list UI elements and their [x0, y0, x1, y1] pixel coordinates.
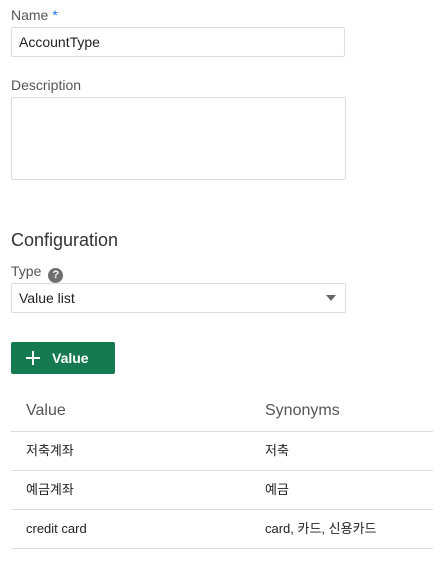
- help-icon[interactable]: ?: [48, 268, 64, 283]
- table-row[interactable]: 예금계좌 예금: [11, 471, 433, 510]
- type-label: Type?: [11, 263, 64, 283]
- configuration-title: Configuration: [11, 230, 119, 250]
- row-value: 저축계좌: [26, 443, 74, 458]
- add-value-button[interactable]: Value: [11, 342, 115, 374]
- row-synonyms: 저축: [265, 443, 289, 458]
- row-synonyms: 예금: [265, 482, 289, 497]
- plus-icon: [26, 351, 40, 365]
- header-value: Value: [26, 402, 66, 419]
- table-row[interactable]: 저축계좌 저축: [11, 432, 433, 471]
- description-label: Description: [11, 77, 82, 93]
- values-table: Value Synonyms 저축계좌 저축 예금계좌 예금 credit ca…: [11, 392, 433, 549]
- type-label-text: Type: [11, 263, 42, 279]
- table-header: Value Synonyms: [11, 392, 433, 432]
- header-synonyms: Synonyms: [265, 402, 340, 419]
- name-input[interactable]: AccountType: [11, 27, 345, 57]
- table-row[interactable]: credit card card, 카드, 신용카드: [11, 510, 433, 549]
- name-label: Name *: [11, 7, 58, 23]
- type-select-value: Value list: [19, 290, 75, 306]
- caret-down-icon: [326, 295, 336, 301]
- name-input-value: AccountType: [19, 34, 100, 50]
- row-synonyms: card, 카드, 신용카드: [265, 521, 377, 536]
- row-value: 예금계좌: [26, 482, 74, 497]
- required-marker: *: [52, 7, 58, 23]
- name-label-text: Name: [11, 7, 49, 23]
- type-select[interactable]: Value list: [11, 283, 346, 313]
- row-value: credit card: [26, 521, 87, 536]
- add-value-button-label: Value: [52, 350, 89, 366]
- value-list-editor: Name * AccountType Description Configurat…: [0, 0, 433, 565]
- description-textarea[interactable]: [11, 97, 346, 180]
